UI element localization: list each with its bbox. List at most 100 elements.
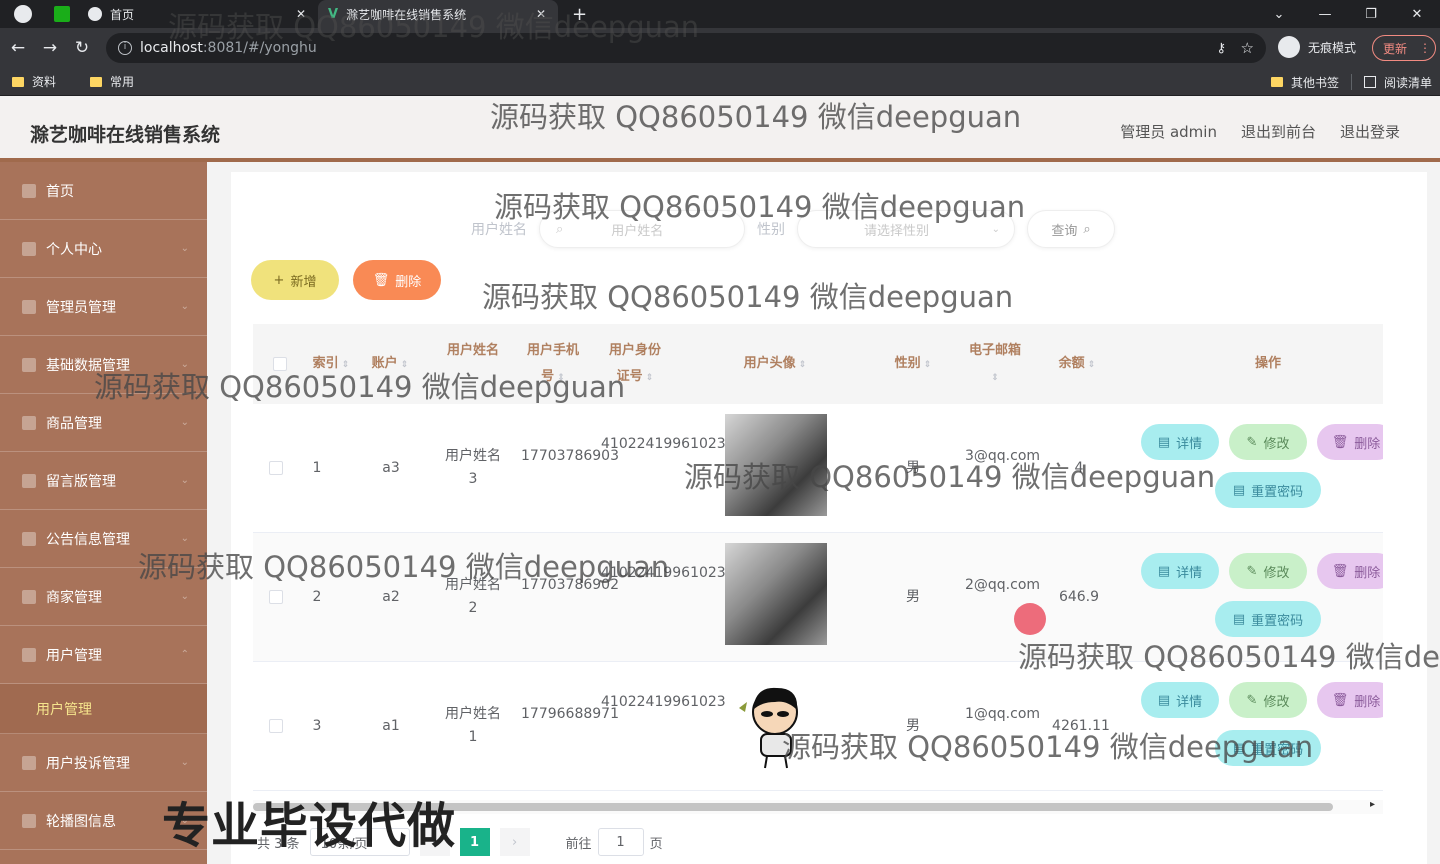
gender-select[interactable]: 请选择性别 ⌄	[797, 210, 1015, 248]
th-label: 用户头像	[743, 356, 796, 371]
promo-stamp-text: 专业毕设代做	[162, 798, 457, 854]
delete-button[interactable]: 🗑 删除	[1317, 682, 1383, 718]
cell-balance: 646.9	[1058, 589, 1100, 605]
name-search-input[interactable]: ⌕ 用户姓名	[539, 210, 745, 248]
sort-icon: ⇕	[795, 360, 807, 370]
restore-icon[interactable]: ❐	[1348, 7, 1394, 22]
forward-icon[interactable]: →	[34, 38, 66, 58]
next-page-icon[interactable]: ›	[499, 828, 530, 856]
window-close-icon[interactable]: ✕	[1394, 7, 1440, 22]
batch-delete-button[interactable]: 🗑 删除	[353, 260, 441, 300]
sidebar-item-basedata[interactable]: 基础数据管理 ⌄	[0, 336, 207, 394]
th-avatar[interactable]: 用户头像 ⇕	[723, 351, 827, 378]
back-to-front-link[interactable]: 退出到前台	[1241, 121, 1316, 142]
query-button[interactable]: 查询 ⌕	[1027, 210, 1115, 248]
password-key-icon[interactable]: ⚷	[1216, 41, 1226, 56]
detail-button[interactable]: ▤ 详情	[1141, 682, 1219, 718]
row-checkbox[interactable]	[269, 461, 283, 475]
complaint-icon	[22, 755, 36, 770]
window-controls: ⌄ — ❐ ✕	[1256, 0, 1440, 28]
gender-search-label: 性别	[757, 222, 785, 238]
sidebar-item-label: 商品管理	[46, 415, 102, 432]
page-number-current[interactable]: 1	[459, 828, 490, 856]
content-card: 用户姓名 ⌕ 用户姓名 性别 请选择性别 ⌄ 查询 ⌕ + 新增 🗑 删除 索引…	[231, 172, 1427, 864]
table-header: 索引 ⇕ 账户 ⇕ 用户姓名 用户手机号 ⇕ 用户身份证号 ⇕ 用户头像 ⇕ 性…	[253, 324, 1383, 404]
doc-icon: ▤	[1232, 740, 1246, 756]
th-index[interactable]: 索引 ⇕	[309, 351, 353, 378]
reset-label: 重置密码	[1251, 613, 1304, 629]
trash-icon: 🗑	[1331, 692, 1349, 708]
sidebar-item-admins[interactable]: 管理员管理 ⌄	[0, 278, 207, 336]
back-icon[interactable]: ←	[2, 38, 34, 58]
incognito-indicator[interactable]: 无痕模式	[1278, 36, 1356, 58]
detail-button[interactable]: ▤ 详情	[1141, 424, 1219, 460]
logout-link[interactable]: 退出登录	[1340, 121, 1400, 142]
sidebar-item-messages[interactable]: 留言版管理 ⌄	[0, 452, 207, 510]
th-email[interactable]: 电子邮箱 ⇕	[965, 338, 1025, 391]
row-checkbox[interactable]	[269, 719, 283, 733]
sidebar-item-users[interactable]: 用户管理 ⌃	[0, 626, 207, 684]
sidebar-item-label: 用户管理	[46, 647, 102, 664]
sidebar-item-notices[interactable]: 公告信息管理 ⌄	[0, 510, 207, 568]
delete-button[interactable]: 🗑 删除	[1317, 553, 1383, 589]
url-field[interactable]: i localhost:8081/#/yonghu ⚷ ☆	[106, 33, 1266, 63]
detail-label: 详情	[1176, 436, 1203, 452]
edit-button[interactable]: ✎ 修改	[1229, 424, 1307, 460]
bookmark-star-icon[interactable]: ☆	[1241, 39, 1254, 57]
browser-tab-active[interactable]: V 滁艺咖啡在线销售系统 ✕	[318, 0, 558, 28]
th-idcard[interactable]: 用户身份证号 ⇕	[605, 338, 665, 391]
bookmark-folder-ziliao[interactable]: 资料	[12, 73, 56, 90]
close-tab-icon[interactable]: ✕	[536, 7, 546, 21]
scroll-right-icon[interactable]: ▸	[1370, 799, 1375, 810]
goto-label: 前往	[565, 836, 592, 852]
sidebar-item-merchants[interactable]: 商家管理 ⌄	[0, 568, 207, 626]
edit-button[interactable]: ✎ 修改	[1229, 682, 1307, 718]
detail-button[interactable]: ▤ 详情	[1141, 553, 1219, 589]
tab-search-icon[interactable]: ⌄	[1256, 7, 1302, 22]
bookmark-folder-changyong[interactable]: 常用	[90, 73, 134, 90]
edit-button[interactable]: ✎ 修改	[1229, 553, 1307, 589]
sidebar-item-label: 留言版管理	[46, 473, 116, 490]
goto-page-input[interactable]: 1	[597, 828, 644, 856]
detail-label: 详情	[1176, 565, 1203, 581]
add-button[interactable]: + 新增	[251, 260, 339, 300]
sidebar-item-profile[interactable]: 个人中心 ⌄	[0, 220, 207, 278]
divider	[1350, 74, 1352, 90]
new-tab-icon[interactable]: +	[572, 4, 587, 25]
th-phone[interactable]: 用户手机号 ⇕	[523, 338, 583, 391]
browser-tab-home[interactable]: 首页 ✕	[78, 0, 318, 28]
sidebar-item-label: 首页	[46, 183, 74, 200]
chevron-down-icon: ⌄	[180, 301, 189, 312]
reload-icon[interactable]: ↻	[66, 38, 98, 58]
th-label: 索引	[312, 356, 339, 371]
select-all-checkbox[interactable]	[273, 357, 287, 371]
close-tab-icon[interactable]: ✕	[296, 7, 306, 21]
sidebar-item-home[interactable]: 首页	[0, 162, 207, 220]
th-gender[interactable]: 性别 ⇕	[883, 351, 943, 378]
th-account[interactable]: 账户 ⇕	[363, 351, 417, 378]
browser-menu-icon[interactable]	[14, 5, 32, 23]
user-avatar-dog	[725, 543, 827, 645]
folder-icon	[90, 76, 103, 87]
reset-password-button[interactable]: ▤ 重置密码	[1215, 730, 1321, 766]
app-shortcut-icon[interactable]	[54, 6, 70, 22]
row-checkbox[interactable]	[269, 590, 283, 604]
delete-button[interactable]: 🗑 删除	[1317, 424, 1383, 460]
th-name[interactable]: 用户姓名	[443, 338, 503, 364]
reset-password-button[interactable]: ▤ 重置密码	[1215, 472, 1321, 508]
site-info-icon[interactable]: i	[118, 41, 132, 55]
cell-idcard: 410224199610232001	[601, 694, 762, 710]
update-button[interactable]: 更新 ⋮	[1372, 35, 1436, 61]
sidebar-subitem-users[interactable]: 用户管理	[0, 684, 207, 734]
cell-account: a3	[382, 460, 400, 476]
minimize-icon[interactable]: —	[1302, 7, 1348, 22]
reset-password-button[interactable]: ▤ 重置密码	[1215, 601, 1321, 637]
bookmark-folder-other[interactable]: 其他书签	[1270, 74, 1339, 91]
sidebar-item-complaints[interactable]: 用户投诉管理 ⌄	[0, 734, 207, 792]
th-balance[interactable]: 余额 ⇕	[1047, 351, 1107, 378]
reading-list[interactable]: 阅读清单	[1363, 74, 1432, 91]
cartoon-boy-icon	[739, 687, 798, 769]
sidebar-item-products[interactable]: 商品管理 ⌄	[0, 394, 207, 452]
sidebar-item-label: 用户投诉管理	[46, 755, 130, 772]
cell-account: a2	[382, 589, 400, 605]
